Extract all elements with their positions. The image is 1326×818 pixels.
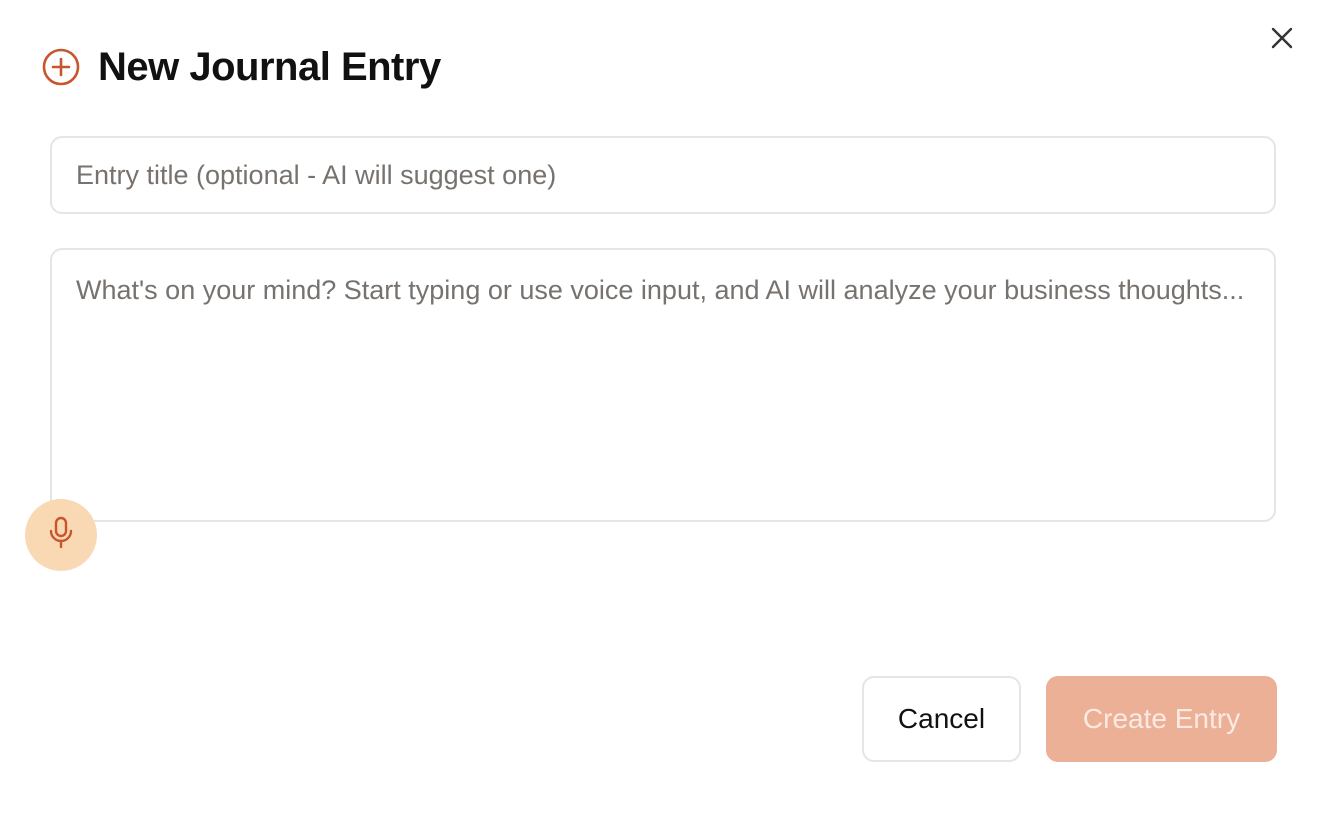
close-button[interactable]	[1262, 20, 1302, 60]
dialog-header: New Journal Entry	[42, 44, 441, 90]
cancel-button[interactable]: Cancel	[862, 676, 1021, 762]
dialog-title: New Journal Entry	[98, 45, 441, 89]
microphone-icon	[46, 516, 76, 555]
create-entry-button[interactable]: Create Entry	[1046, 676, 1277, 762]
new-journal-entry-dialog: New Journal Entry Cancel Create Entry	[0, 0, 1326, 818]
plus-circle-icon	[42, 48, 80, 86]
entry-title-input[interactable]	[50, 136, 1276, 214]
entry-body-textarea[interactable]	[50, 248, 1276, 522]
voice-input-button[interactable]	[25, 499, 97, 571]
close-icon	[1271, 27, 1293, 54]
